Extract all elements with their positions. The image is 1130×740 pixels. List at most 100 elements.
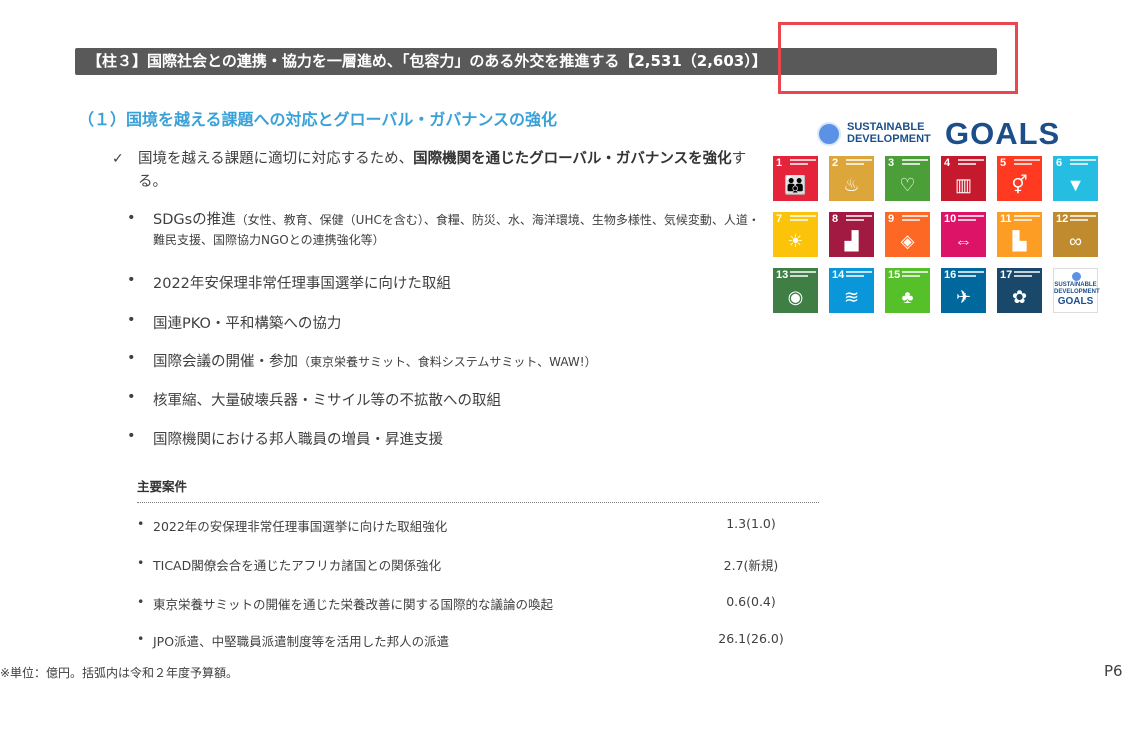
- gender-icon: ⚥: [1011, 175, 1028, 195]
- sdg-tile-caption: [1014, 215, 1040, 225]
- sdgs-panel: SUSTAINABLE DEVELOPMENT GOALS 1 👪 2 ♨ 3 ♡ 4 ▥ 5 ⚥ 6…: [770, 110, 1105, 313]
- bullet-dot: •: [127, 389, 136, 405]
- bullet-dot: •: [127, 312, 136, 328]
- sdg-tile-caption: [790, 271, 816, 281]
- growth-chart-icon: ▟: [844, 231, 859, 251]
- sdg-tile-caption: [958, 159, 984, 169]
- sdg-tile-2: 2 ♨: [829, 156, 874, 201]
- case-value: 26.1(26.0): [718, 631, 784, 646]
- sdg-tile-number: 13: [776, 269, 789, 281]
- sdg-tile-caption: [846, 271, 872, 281]
- bullet-security-council: • 2022年安保理非常任理事国選挙に向けた取組: [127, 272, 451, 293]
- water-glass-icon: ▼: [1066, 175, 1085, 195]
- footnote: ※単位：億円。括弧内は令和２年度予算額。: [0, 666, 239, 680]
- case-dot: •: [137, 555, 145, 570]
- bullet-sdgs: • SDGsの推進（女性、教育、保健（UHCを含む）、食糧、防災、水、海洋環境、…: [127, 210, 767, 250]
- sdg-tile-number: 1: [776, 157, 783, 169]
- sdg-tile-10: 10 ⇔: [941, 212, 986, 257]
- sdg-tile-number: 10: [944, 213, 957, 225]
- sdg-tile-16: 16 ✈: [941, 268, 986, 313]
- book-icon: ▥: [954, 175, 972, 195]
- bullet-conferences-main: 国際会議の開催・参加: [153, 354, 298, 370]
- bullet-dot: •: [127, 210, 136, 226]
- family-icon: 👪: [784, 175, 807, 195]
- sdg-tile-caption: [790, 215, 816, 225]
- bullet-staff-support: • 国際機関における邦人職員の増員・昇進支援: [127, 428, 443, 449]
- sdg-tile-caption: [902, 159, 928, 169]
- bowl-icon: ♨: [843, 175, 860, 195]
- sdg-tile-caption: [958, 215, 984, 225]
- check-item-bold-text: 国際機関を通じたグローバル・ガバナンスを強化: [413, 151, 732, 167]
- dove-icon: ✈: [955, 287, 972, 307]
- tree-icon: ♣: [901, 287, 914, 307]
- sdg-tile-number: 6: [1056, 157, 1063, 169]
- sdg-tile-caption: [846, 159, 872, 169]
- section-title: （１）国境を越える課題への対応とグローバル・ガバナンスの強化: [78, 110, 558, 129]
- sdg-tile-caption: [1014, 271, 1040, 281]
- sdg-tile-number: 12: [1056, 213, 1069, 225]
- bullet-text: 核軍縮、大量破壊兵器・ミサイル等の不拡散への取組: [153, 393, 501, 409]
- budget-highlight-box: [778, 22, 1018, 94]
- sdg-goals-tile: SUSTAINABLE DEVELOPMENT GOALS: [1053, 268, 1100, 313]
- page-number: P6: [1104, 662, 1123, 680]
- cases-divider: [137, 502, 819, 503]
- sdg-tile-15: 15 ♣: [885, 268, 930, 313]
- sdg-tile-17: 17 ✿: [997, 268, 1042, 313]
- bullet-dot: •: [127, 350, 136, 366]
- sdgs-logo-goals: GOALS: [945, 116, 1061, 151]
- sdg-tile-number: 16: [944, 269, 957, 281]
- bullet-dot: •: [127, 272, 136, 288]
- sdg-tile-number: 17: [1000, 269, 1013, 281]
- pillar-header-title: 【柱３】国際社会との連携・協力を一層進め、「包容力」のある外交を推進する【2,5…: [87, 52, 767, 70]
- sdg-tile-caption: [1070, 159, 1096, 169]
- bullet-text: 国連PKO・平和構築への協力: [153, 316, 342, 332]
- eye-globe-icon: ◉: [787, 287, 804, 307]
- sdg-goals-tile-text: SUSTAINABLE: [1054, 282, 1097, 288]
- flower-icon: ✿: [1011, 287, 1028, 307]
- sdg-tile-number: 5: [1000, 157, 1007, 169]
- un-globe-icon: [817, 122, 841, 146]
- sdg-tile-caption: [1014, 159, 1040, 169]
- sdg-tile-13: 13 ◉: [773, 268, 818, 313]
- bullet-text: 国際機関における邦人職員の増員・昇進支援: [153, 432, 443, 448]
- case-dot: •: [137, 594, 145, 609]
- sdg-tile-number: 7: [776, 213, 783, 225]
- sdg-tile-1: 1 👪: [773, 156, 818, 201]
- sdg-tile-number: 2: [832, 157, 839, 169]
- sdg-tile-11: 11 ▙: [997, 212, 1042, 257]
- case-value: 1.3(1.0): [726, 516, 776, 531]
- case-value: 0.6(0.4): [726, 594, 776, 609]
- case-value: 2.7(新規): [723, 558, 779, 573]
- sdg-tile-number: 11: [1000, 213, 1012, 225]
- sdg-tile-9: 9 ◈: [885, 212, 930, 257]
- case-dot: •: [137, 631, 145, 646]
- sdg-tile-caption: [1070, 215, 1096, 225]
- sdg-goals-tile-text: DEVELOPMENT: [1054, 289, 1100, 295]
- bullet-pko: • 国連PKO・平和構築への協力: [127, 312, 341, 333]
- case-label: 2022年の安保理非常任理事国選挙に向けた取組強化: [153, 519, 448, 534]
- sdg-tile-caption: [790, 159, 816, 169]
- check-item: ✓ 国境を越える課題に適切に対応するため、国際機関を通じたグローバル・ガバナンス…: [112, 148, 752, 194]
- checkmark-icon: ✓: [112, 151, 124, 167]
- sdg-tile-4: 4 ▥: [941, 156, 986, 201]
- case-label: TICAD閣僚会合を通じたアフリカ諸国との関係強化: [153, 558, 442, 573]
- case-label: 東京栄養サミットの開催を通じた栄養改善に関する国際的な議論の喚起: [153, 597, 554, 612]
- sdg-tile-5: 5 ⚥: [997, 156, 1042, 201]
- sdg-tile-number: 15: [888, 269, 901, 281]
- sdg-tile-number: 9: [888, 213, 895, 225]
- bullet-conferences-detail: （東京栄養サミット、食料システムサミット、WAW!）: [298, 355, 597, 369]
- bullet-conferences: • 国際会議の開催・参加（東京栄養サミット、食料システムサミット、WAW!）: [127, 350, 597, 371]
- sdg-tile-3: 3 ♡: [885, 156, 930, 201]
- sdgs-logo: SUSTAINABLE DEVELOPMENT GOALS: [817, 116, 1067, 152]
- sdg-tile-number: 4: [944, 157, 951, 169]
- sdg-tile-caption: [902, 271, 928, 281]
- bullet-sdgs-main: SDGsの推進: [153, 212, 236, 228]
- sdg-goals-tile-goals: GOALS: [1057, 296, 1094, 307]
- sdg-tile-6: 6 ▼: [1053, 156, 1098, 201]
- bullet-sdgs-detail: （女性、教育、保健（UHCを含む）、食糧、防災、水、海洋環境、生物多様性、気候変…: [153, 213, 760, 247]
- sdg-tile-8: 8 ▟: [829, 212, 874, 257]
- infinity-icon: ∞: [1069, 231, 1082, 251]
- un-globe-icon: [1072, 272, 1081, 281]
- sdg-tile-caption: [958, 271, 984, 281]
- fish-icon: ≋: [843, 287, 860, 307]
